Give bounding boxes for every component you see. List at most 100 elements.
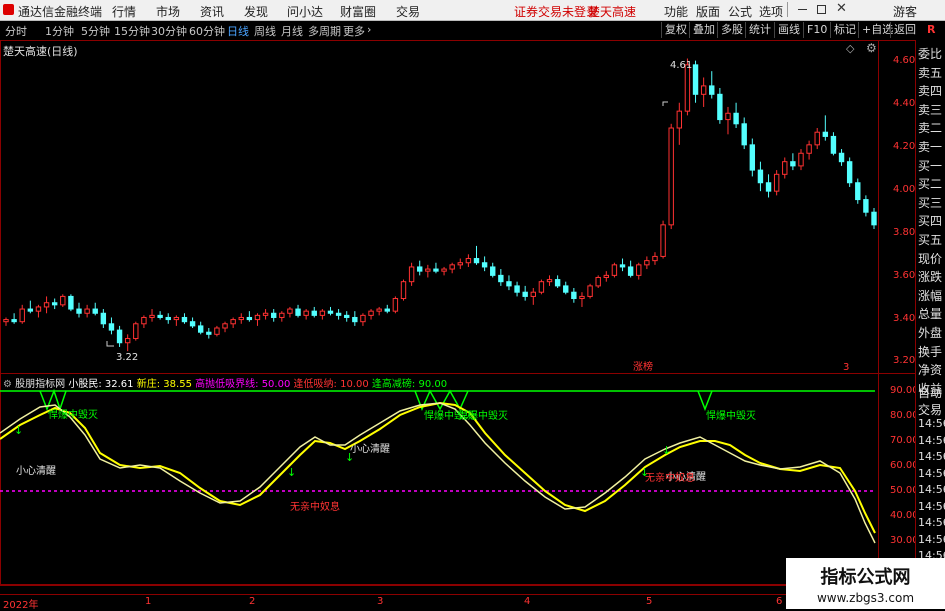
high-marker-icon <box>662 101 668 106</box>
candle-body <box>27 308 34 312</box>
candle-body <box>108 323 115 331</box>
candle-body <box>19 308 25 323</box>
side-time-label: 14:56 <box>918 532 945 546</box>
candle-body <box>603 274 609 278</box>
menu-news[interactable]: 资讯 <box>200 3 224 20</box>
btn-f10[interactable]: F10 <box>803 22 830 38</box>
price-tick: 3.60 <box>893 270 916 281</box>
candle-body <box>116 329 123 344</box>
period-weekly[interactable]: 周线 <box>254 23 276 39</box>
btn-overlay[interactable]: 叠加 <box>689 22 718 38</box>
side-quote-label: 换手 <box>918 344 943 359</box>
annotation-explode: 悍爆中毁灭 <box>458 409 508 422</box>
period-60min[interactable]: 60分钟 <box>189 23 225 39</box>
x-axis-label: 1 <box>145 596 152 607</box>
candle-body <box>627 266 634 276</box>
period-more[interactable]: 更多 <box>343 23 365 39</box>
minimize-icon[interactable] <box>798 9 807 10</box>
candle-body <box>238 316 244 321</box>
candle-body <box>579 295 585 300</box>
candle-body <box>60 295 66 306</box>
btn-back[interactable]: 返回 <box>890 22 919 38</box>
candle-body <box>51 302 58 306</box>
menu-market-quotes[interactable]: 行情 <box>112 3 136 20</box>
side-time-label: 14:56 <box>918 516 945 529</box>
menu-wealth-circle[interactable]: 财富圈 <box>340 3 376 20</box>
candle-body <box>782 161 788 175</box>
period-multi[interactable]: 多周期 <box>308 23 341 39</box>
high-price-label: 4.61 <box>670 60 692 71</box>
app-title: 通达信金融终端 <box>18 5 103 19</box>
period-timeshare[interactable]: 分时 <box>5 23 27 39</box>
small-investor-line <box>0 402 876 544</box>
candle-body <box>246 316 253 321</box>
candle-body <box>855 182 861 201</box>
green-arrow-icon: ↓ <box>287 466 296 479</box>
candle-body <box>676 110 683 129</box>
candle-body <box>76 308 82 314</box>
btn-adjust[interactable]: 复权 <box>661 22 690 38</box>
green-arrow-icon: ↓ <box>14 424 23 437</box>
side-quote-label: 现价 <box>918 251 943 266</box>
price-candlestick-chart[interactable]: 4.61 3.22 涨榜 3 <box>0 40 914 372</box>
menu-discover[interactable]: 发现 <box>244 3 268 20</box>
side-auto-trade-label[interactable]: 交易 <box>918 401 942 418</box>
menu-layout[interactable]: 版面 <box>696 3 720 20</box>
side-quote-label: 买二 <box>918 177 943 192</box>
candle-body <box>392 298 399 312</box>
menu-options[interactable]: 选项 <box>759 3 783 20</box>
green-arrow-icon: ↓ <box>662 444 671 457</box>
side-quote-label: 买三 <box>918 195 943 210</box>
side-time-label: 14:56 <box>918 466 945 480</box>
period-30min[interactable]: 30分钟 <box>151 23 187 39</box>
btn-statistics[interactable]: 统计 <box>745 22 774 38</box>
candle-body <box>189 321 196 327</box>
candle-body <box>335 312 342 316</box>
indicator-chart[interactable]: ↓ ↓ ↓ ↓ ↓ 小心清醒 小心清醒 小心清醒 无亲中奴息 无亲中奴息 悍爆中… <box>0 373 878 583</box>
side-quote-label: 净资 <box>918 363 943 378</box>
candle-body <box>717 93 723 121</box>
candle-body <box>871 211 877 226</box>
candle-body <box>790 161 796 167</box>
btn-multi-stock[interactable]: 多股 <box>717 22 746 38</box>
btn-mark[interactable]: 标记 <box>830 22 859 38</box>
side-quote-label: 总量 <box>918 307 943 322</box>
candle-body <box>514 285 520 293</box>
menu-ask-xiaoda[interactable]: 问小达 <box>287 3 323 20</box>
side-auto-trade-label[interactable]: 自动 <box>918 384 942 401</box>
menu-trade[interactable]: 交易 <box>396 3 420 20</box>
period-5min[interactable]: 5分钟 <box>81 23 110 39</box>
chevron-right-icon[interactable]: › <box>367 23 371 36</box>
period-15min[interactable]: 15分钟 <box>114 23 150 39</box>
period-daily[interactable]: 日线 <box>227 23 249 39</box>
trade-login-warning[interactable]: 证券交易未登录 <box>514 3 598 20</box>
app-logo-icon <box>3 4 14 15</box>
menu-market[interactable]: 市场 <box>156 3 180 20</box>
user-guest[interactable]: 游客 <box>893 3 917 20</box>
candle-body <box>141 316 147 325</box>
annotation-explode: 悍爆中毁灭 <box>706 409 756 422</box>
period-monthly[interactable]: 月线 <box>281 23 303 39</box>
close-icon[interactable]: ✕ <box>836 1 847 16</box>
candle-body <box>830 135 837 154</box>
candle-body <box>863 199 869 213</box>
x-axis-label: 5 <box>646 596 653 607</box>
x-axis-line <box>0 585 914 586</box>
side-quote-label: 委比 <box>918 47 943 61</box>
side-quote-label: 卖四 <box>918 84 943 99</box>
restore-icon[interactable] <box>817 5 826 14</box>
candle-body <box>417 266 423 272</box>
period-1min[interactable]: 1分钟 <box>45 23 74 39</box>
menu-formula[interactable]: 公式 <box>728 3 752 20</box>
candle-body <box>700 85 707 95</box>
btn-draw-line[interactable]: 画线 <box>774 22 803 38</box>
candle-body <box>530 291 536 297</box>
side-quote-label: 卖一 <box>918 140 943 154</box>
candle-body <box>11 319 17 323</box>
annotation-explode: 悍爆中毁灭 <box>48 408 98 421</box>
candle-body <box>214 327 220 335</box>
menu-function[interactable]: 功能 <box>664 3 688 20</box>
candle-body <box>806 144 812 154</box>
candle-body <box>181 316 188 323</box>
candle-body <box>725 112 731 121</box>
